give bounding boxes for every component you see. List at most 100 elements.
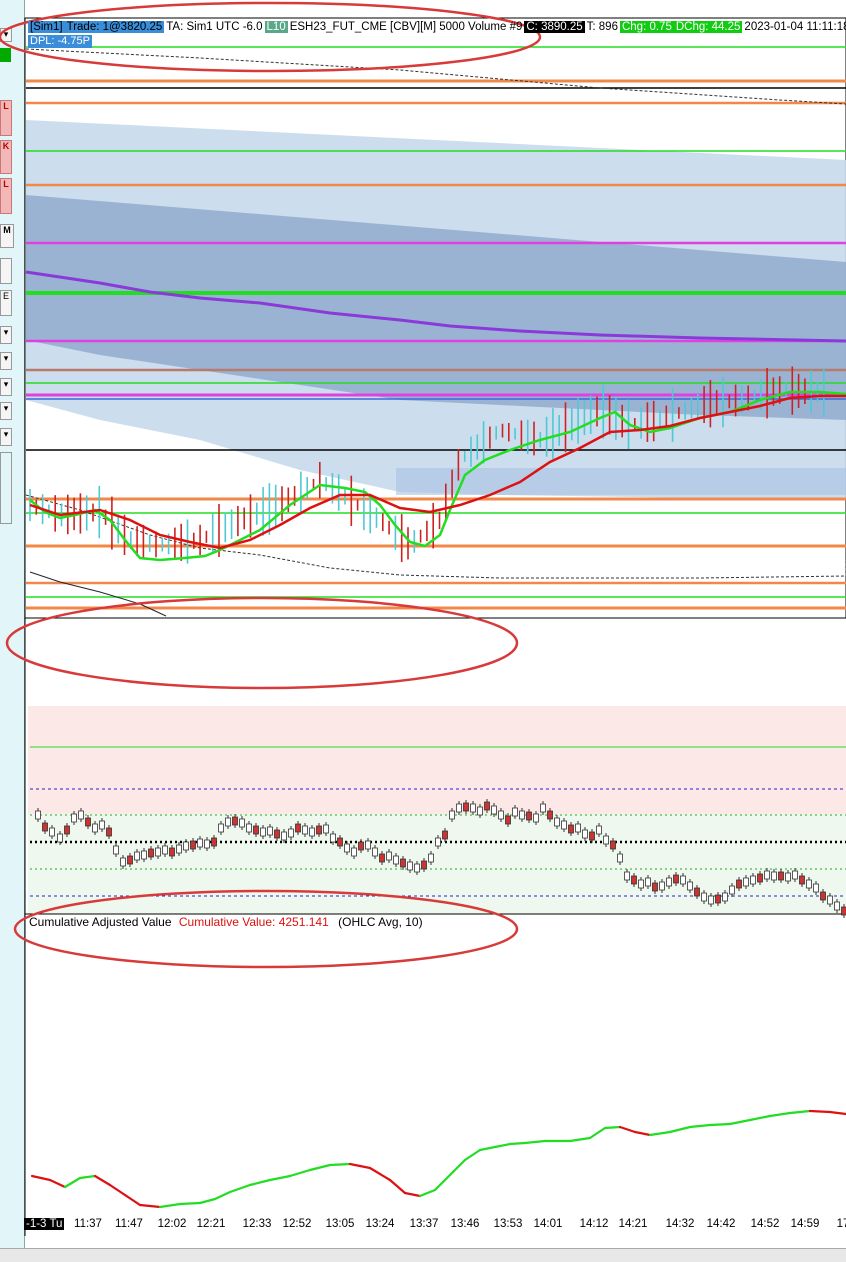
study-candle-body xyxy=(114,846,119,854)
study-candle-body xyxy=(100,821,105,829)
study-candle-body xyxy=(394,856,399,864)
oscillator-segment xyxy=(435,1175,450,1190)
study-candle-body xyxy=(464,803,469,811)
study-candle-body xyxy=(331,834,336,842)
study-candle-body xyxy=(79,811,84,819)
study-candle-body xyxy=(310,828,315,836)
oscillator-segment xyxy=(620,1127,635,1132)
study-candle-body xyxy=(345,844,350,852)
axis-time-label: 14:52 xyxy=(745,1218,785,1230)
chart-header: [Sim1]Trade: 1@3820.25TA: Sim1 UTC -6.0L… xyxy=(28,20,846,34)
oscillator-segment xyxy=(730,1120,750,1124)
oscillator-segment xyxy=(290,1170,310,1176)
oscillator-segment xyxy=(50,1180,65,1187)
study-candle-body xyxy=(611,841,616,849)
oscillator-segment xyxy=(810,1111,830,1112)
study-candle-body xyxy=(758,874,763,882)
study-candle-body xyxy=(156,848,161,856)
oscillator-segment xyxy=(420,1190,435,1196)
study-candle-body xyxy=(205,840,210,848)
oscillator-segment xyxy=(160,1204,180,1207)
study-candle-body xyxy=(695,888,700,896)
oscillator-segment xyxy=(270,1176,290,1180)
axis-time-label: 14:21 xyxy=(613,1218,653,1230)
study-candle-body xyxy=(590,832,595,840)
header-chg: Chg: 0.75 xyxy=(620,21,674,33)
oscillator-segment xyxy=(80,1176,95,1178)
study-candle-body xyxy=(681,876,686,884)
oscillator-segment xyxy=(670,1127,690,1132)
axis-time-label: 13:37 xyxy=(404,1218,444,1230)
study-candle-body xyxy=(653,883,658,891)
study-candle-body xyxy=(261,828,266,836)
study-candle-body xyxy=(240,819,245,827)
study-candle-body xyxy=(513,808,518,816)
header-level: L10 xyxy=(265,21,288,33)
study-candle-body xyxy=(737,880,742,888)
oscillator-segment xyxy=(650,1132,670,1135)
study-candle-body xyxy=(506,816,511,824)
axis-time-label: 12:52 xyxy=(277,1218,317,1230)
study-candle-body xyxy=(646,878,651,886)
study-candle-body xyxy=(72,814,77,822)
oscillator-segment xyxy=(830,1112,846,1114)
study-candle-body xyxy=(254,826,259,834)
study-candle-body xyxy=(93,824,98,832)
study-candle-body xyxy=(779,872,784,880)
study-candle-body xyxy=(268,827,273,835)
oscillator-segment xyxy=(750,1116,770,1120)
axis-time-label: 13:53 xyxy=(488,1218,528,1230)
oscillator-segment xyxy=(605,1127,620,1128)
axis-time-label: 13:46 xyxy=(445,1218,485,1230)
oscillator-segment xyxy=(405,1193,420,1196)
study-candle-body xyxy=(65,826,70,834)
study-candle-body xyxy=(520,811,525,819)
axis-first-label: -1-3 Tu xyxy=(24,1218,64,1230)
header-ta: TA: Sim1 UTC -6.0 xyxy=(164,21,264,33)
study-candle-body xyxy=(352,848,357,856)
study-candle-body xyxy=(471,804,476,812)
oscillator-segment xyxy=(350,1164,370,1168)
oscillator-segment xyxy=(525,1141,545,1143)
study-candle-body xyxy=(688,882,693,890)
study-candle-body xyxy=(562,821,567,829)
study-candle-body xyxy=(289,829,294,837)
oscillator-segment xyxy=(32,1176,50,1180)
oscillator-segment xyxy=(95,1176,110,1185)
study-candle-body xyxy=(555,818,560,826)
axis-time-label: 13:05 xyxy=(320,1218,360,1230)
study-candle-body xyxy=(716,895,721,903)
study-candle-body xyxy=(338,838,343,846)
study-candle-body xyxy=(786,873,791,881)
study-candle-body xyxy=(807,880,812,888)
study-candle-body xyxy=(443,831,448,839)
study-candle-body xyxy=(625,872,630,880)
study-candle-body xyxy=(149,849,154,857)
study-candle-body xyxy=(86,818,91,826)
study-candle-body xyxy=(282,832,287,840)
study-candle-body xyxy=(163,846,168,854)
axis-time-label: 14:01 xyxy=(528,1218,568,1230)
study-candle-body xyxy=(639,880,644,888)
study-candle-body xyxy=(401,859,406,867)
axis-time-label: 14:32 xyxy=(660,1218,700,1230)
study-candle-body xyxy=(226,818,231,826)
study-candle-body xyxy=(366,841,371,849)
chart-canvas[interactable] xyxy=(0,0,846,1261)
study-candle-body xyxy=(604,836,609,844)
oscillator-segment xyxy=(370,1168,390,1180)
study-candle-body xyxy=(128,856,133,864)
study-candle-body xyxy=(359,842,364,850)
oscillator-segment xyxy=(465,1150,480,1160)
oscillator-segment xyxy=(710,1124,730,1125)
oscillator-segment xyxy=(110,1185,125,1195)
study-candle-body xyxy=(415,864,420,872)
study-candle-body xyxy=(667,878,672,886)
oscillator-segment xyxy=(690,1125,710,1127)
study-candle-body xyxy=(702,893,707,901)
study-candle-body xyxy=(387,852,392,860)
study-candle-body xyxy=(828,896,833,904)
study-candle-body xyxy=(107,828,112,836)
study-candle-body xyxy=(121,858,126,866)
study-candle-body xyxy=(317,826,322,834)
